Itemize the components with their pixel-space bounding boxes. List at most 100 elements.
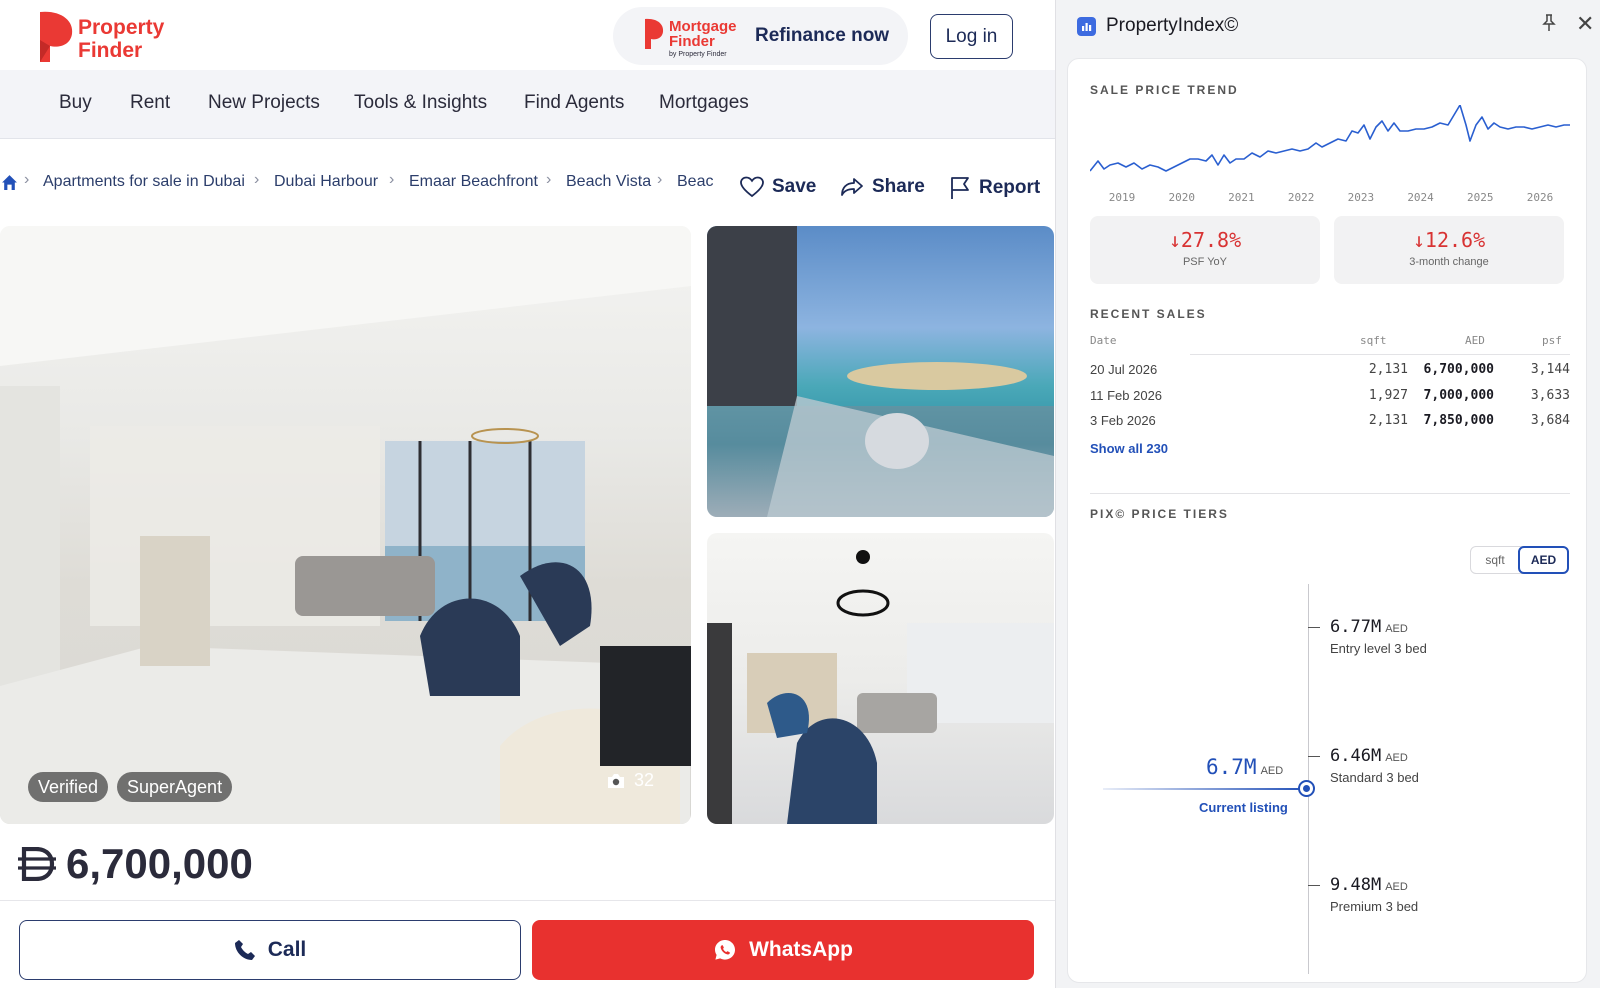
table-row: 20 Jul 2026 2,131 6,700,000 3,144: [1090, 362, 1570, 382]
property-finder-logo[interactable]: Property Finder: [36, 10, 176, 66]
price-tiers-title: PIX© PRICE TIERS: [1090, 507, 1229, 521]
toggle-aed[interactable]: AED: [1518, 546, 1569, 574]
breadcrumb-item[interactable]: Beac: [677, 173, 713, 191]
tier-label: Entry level 3 bed: [1330, 641, 1427, 656]
whatsapp-label: WhatsApp: [749, 938, 853, 961]
breadcrumb: › Apartments for sale in Dubai › Dubai H…: [0, 168, 720, 198]
pin-icon[interactable]: [1542, 14, 1556, 37]
tier-axis: [1308, 584, 1309, 974]
superagent-badge: SuperAgent: [117, 772, 233, 802]
show-all-sales-link[interactable]: Show all 230: [1090, 441, 1168, 456]
camera-icon: [608, 773, 624, 788]
main-photo[interactable]: Verified SuperAgent 32: [0, 226, 691, 824]
chevron-right-icon: ›: [24, 171, 30, 188]
logo-wordmark: Property Finder: [78, 16, 164, 62]
tier-unit: AED: [1385, 752, 1408, 764]
whatsapp-button[interactable]: WhatsApp: [532, 920, 1034, 980]
three-month-change-stat: ↓12.6% 3-month change: [1334, 216, 1564, 284]
tier-value: 6.77M AED: [1330, 617, 1408, 637]
login-button[interactable]: Log in: [930, 14, 1013, 59]
sale-aed: 6,700,000: [1423, 362, 1494, 377]
save-button[interactable]: Save: [740, 176, 816, 198]
mortgage-finder-logo: Mortgage Finder by Property Finder: [643, 16, 753, 60]
tier-value: 9.48M AED: [1330, 875, 1408, 895]
whatsapp-icon: [715, 940, 736, 960]
property-index-panel: PropertyIndex© ✕ SALE PRICE TREND 2019 20…: [1055, 0, 1600, 988]
trend-year-label: 2025: [1467, 191, 1494, 204]
chevron-right-icon: ›: [546, 171, 552, 188]
trend-year-label: 2020: [1168, 191, 1195, 204]
nav-item-find-agents[interactable]: Find Agents: [524, 92, 624, 114]
nav-item-mortgages[interactable]: Mortgages: [659, 92, 749, 114]
save-label: Save: [772, 176, 817, 197]
call-button[interactable]: Call: [19, 920, 521, 980]
sale-sqft: 2,131: [1368, 413, 1408, 428]
property-finder-logo-icon: [40, 11, 73, 62]
tier-label: Standard 3 bed: [1330, 770, 1419, 785]
share-button[interactable]: Share: [840, 176, 925, 198]
sale-price-trend-chart: 2019 2020 2021 2022 2023 2024 2025 2026: [1090, 105, 1570, 204]
trend-line: [1090, 105, 1570, 172]
current-listing-unit: AED: [1260, 765, 1284, 777]
psf-yoy-stat: ↓27.8% PSF YoY: [1090, 216, 1320, 284]
refinance-now-link[interactable]: Refinance now: [755, 25, 889, 47]
listing-price: 6,700,000: [18, 840, 253, 888]
nav-item-rent[interactable]: Rent: [130, 92, 170, 114]
heart-icon: [740, 176, 764, 198]
close-icon[interactable]: ✕: [1576, 11, 1594, 37]
home-icon[interactable]: [1, 174, 18, 191]
breadcrumb-item[interactable]: Emaar Beachfront: [409, 173, 538, 191]
breadcrumb-item[interactable]: Dubai Harbour: [274, 173, 378, 191]
current-listing-marker[interactable]: [1298, 780, 1315, 797]
tier-tick: [1308, 756, 1320, 757]
price-value: 6,700,000: [66, 840, 253, 887]
phone-icon: [234, 940, 255, 960]
mortgage-finder-promo[interactable]: Mortgage Finder by Property Finder Refin…: [613, 7, 908, 65]
top-header: Property Finder Mortgage Finder by Prope…: [0, 0, 1055, 70]
psf-yoy-label: PSF YoY: [1182, 256, 1228, 268]
table-header-divider: [1190, 354, 1570, 355]
tier-amount: 9.48M: [1330, 875, 1382, 895]
interior-photo[interactable]: [707, 533, 1054, 824]
recent-sales-title: RECENT SALES: [1090, 307, 1207, 321]
nav-item-buy[interactable]: Buy: [59, 92, 92, 114]
sale-psf: 3,633: [1530, 388, 1570, 403]
mortgage-finder-logo-icon: [645, 18, 664, 49]
table-row: 3 Feb 2026 2,131 7,850,000 3,684: [1090, 413, 1570, 433]
breadcrumb-item[interactable]: Apartments for sale in Dubai: [43, 173, 245, 191]
nav-item-tools-insights[interactable]: Tools & Insights: [354, 92, 487, 114]
breadcrumb-item[interactable]: Beach Vista: [566, 173, 651, 191]
sale-date: 20 Jul 2026: [1090, 362, 1158, 377]
panel-card: SALE PRICE TREND 2019 2020 2021 2022 2023 202…: [1067, 58, 1587, 983]
call-label: Call: [267, 938, 307, 961]
report-label: Report: [979, 177, 1041, 198]
tier-amount: 6.77M: [1330, 617, 1382, 637]
sale-psf: 3,144: [1530, 362, 1570, 377]
three-month-change-value: ↓12.6%: [1412, 228, 1486, 252]
main-nav: Buy Rent New Projects Tools & Insights F…: [0, 70, 1055, 139]
sale-sqft: 2,131: [1368, 362, 1408, 377]
sale-date: 11 Feb 2026: [1090, 388, 1163, 403]
mortgage-logo-line-2: Finder: [669, 33, 715, 50]
tier-unit: AED: [1385, 623, 1408, 635]
chevron-right-icon: ›: [657, 171, 663, 188]
toggle-sqft[interactable]: sqft: [1471, 547, 1519, 573]
three-month-change-label: 3-month change: [1409, 256, 1489, 268]
app-root: Property Finder Mortgage Finder by Prope…: [0, 0, 1600, 988]
trend-year-label: 2026: [1527, 191, 1554, 204]
balcony-view-photo[interactable]: [707, 226, 1054, 517]
tier-tick: [1308, 627, 1320, 628]
trend-year-label: 2021: [1228, 191, 1255, 204]
tier-value: 6.46M AED: [1330, 746, 1408, 766]
current-listing-amount: 6.7M: [1206, 755, 1257, 779]
tier-amount: 6.46M: [1330, 746, 1382, 766]
column-header-sqft: sqft: [1360, 334, 1387, 347]
current-listing-value: 6.7M AED: [1206, 755, 1283, 779]
report-button[interactable]: Report: [949, 176, 1040, 200]
photo-count[interactable]: 32: [606, 770, 654, 791]
flag-icon: [951, 177, 969, 199]
nav-item-new-projects[interactable]: New Projects: [208, 92, 320, 114]
share-icon: [841, 178, 863, 196]
sea-view-photo: [707, 226, 1054, 517]
section-divider: [1090, 493, 1570, 494]
